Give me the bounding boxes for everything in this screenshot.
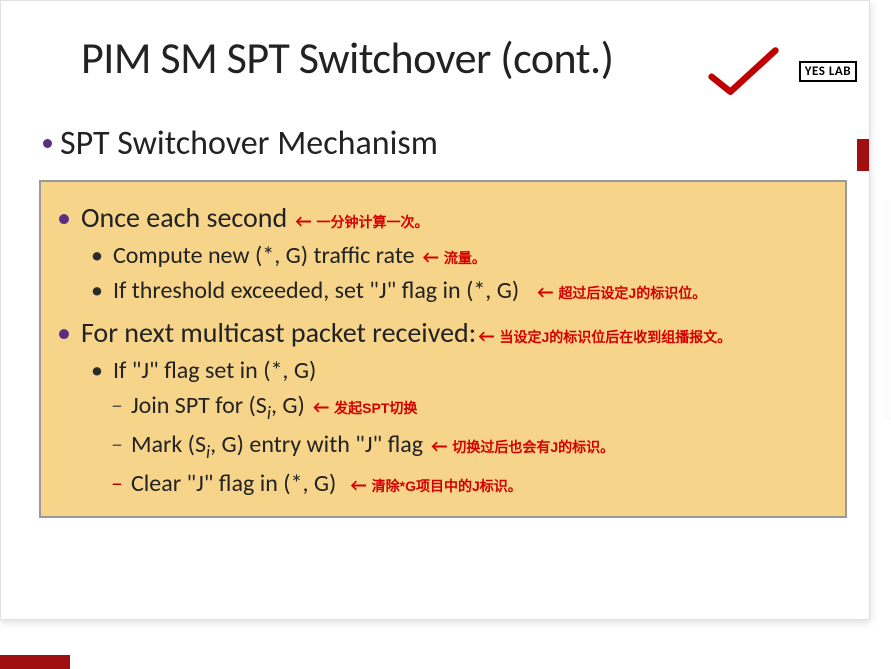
item-clear: – Clear "J" flag in (*, G) ← 清除*G项目中的J标识…	[55, 469, 831, 498]
right-edge-decoration	[884, 200, 891, 420]
text-once: Once each second	[81, 200, 287, 235]
dash-icon: –	[111, 430, 123, 459]
arrow-icon: ←	[537, 281, 553, 303]
arrow-icon: ←	[350, 474, 366, 496]
item-mark: – Mark (Si, G) entry with "J" flag ← 切换过…	[55, 430, 831, 463]
text-clear: Clear "J" flag in (*, G)	[131, 469, 336, 498]
dash-icon: –	[111, 391, 123, 420]
text-fornext: For next multicast packet received:	[81, 315, 476, 350]
section-heading-row: SPT Switchover Mechanism	[1, 95, 869, 174]
anno-join: 发起SPT切换	[334, 398, 417, 418]
bullet-icon: •	[57, 319, 71, 347]
text-mark-a: Mark (S	[131, 430, 206, 459]
decorative-bar-bottom	[0, 655, 70, 669]
arrow-icon: ←	[313, 396, 329, 418]
text-join: Join SPT for (Si, G)	[131, 391, 305, 424]
slide: PIM SM SPT Switchover (cont.) YES LAB SP…	[0, 0, 870, 620]
section-heading: SPT Switchover Mechanism	[60, 123, 438, 164]
anno-once: 一分钟计算一次。	[317, 212, 429, 232]
text-join-a: Join SPT for (S	[131, 391, 267, 420]
text-ifj: If "J" flag set in (*, G)	[113, 356, 316, 385]
item-ifj: • If "J" flag set in (*, G)	[55, 356, 831, 385]
dash-icon: –	[111, 469, 123, 498]
text-compute: Compute new (*, G) traffic rate	[113, 241, 415, 270]
item-join: – Join SPT for (Si, G) ← 发起SPT切换	[55, 391, 831, 424]
item-threshold: • If threshold exceeded, set "J" flag in…	[55, 276, 831, 305]
anno-compute: 流量。	[444, 248, 486, 268]
decorative-bar-right	[857, 139, 869, 171]
anno-mark: 切换过后也会有J的标识。	[452, 437, 614, 457]
text-mark: Mark (Si, G) entry with "J" flag	[131, 430, 423, 463]
slide-header: PIM SM SPT Switchover (cont.) YES LAB	[1, 1, 869, 95]
text-mark-b: , G) entry with "J" flag	[210, 430, 423, 459]
arrow-icon: ←	[423, 246, 439, 268]
text-threshold: If threshold exceeded, set "J" flag in (…	[113, 276, 519, 305]
item-fornext: • For next multicast packet received: ← …	[55, 315, 831, 350]
content-box: • Once each second ← 一分钟计算一次。 • Compute …	[39, 180, 847, 518]
arrow-icon: ←	[431, 435, 447, 457]
arrow-icon: ←	[478, 325, 494, 347]
heading-bullet-icon	[43, 139, 52, 148]
bullet-icon: •	[91, 279, 103, 303]
logo-text: YES LAB	[799, 61, 857, 82]
checkmark-icon	[706, 43, 781, 103]
item-once: • Once each second ← 一分钟计算一次。	[55, 200, 831, 235]
anno-fornext: 当设定J的标识位后在收到组播报文。	[500, 327, 732, 347]
logo: YES LAB	[799, 61, 857, 82]
anno-threshold: 超过后设定J的标识位。	[558, 283, 706, 303]
anno-clear: 清除*G项目中的J标识。	[372, 476, 522, 496]
text-join-b: , G)	[271, 391, 305, 420]
bullet-icon: •	[91, 359, 103, 383]
arrow-icon: ←	[295, 210, 311, 232]
bullet-icon: •	[57, 204, 71, 232]
item-compute: • Compute new (*, G) traffic rate ← 流量。	[55, 241, 831, 270]
bullet-icon: •	[91, 244, 103, 268]
